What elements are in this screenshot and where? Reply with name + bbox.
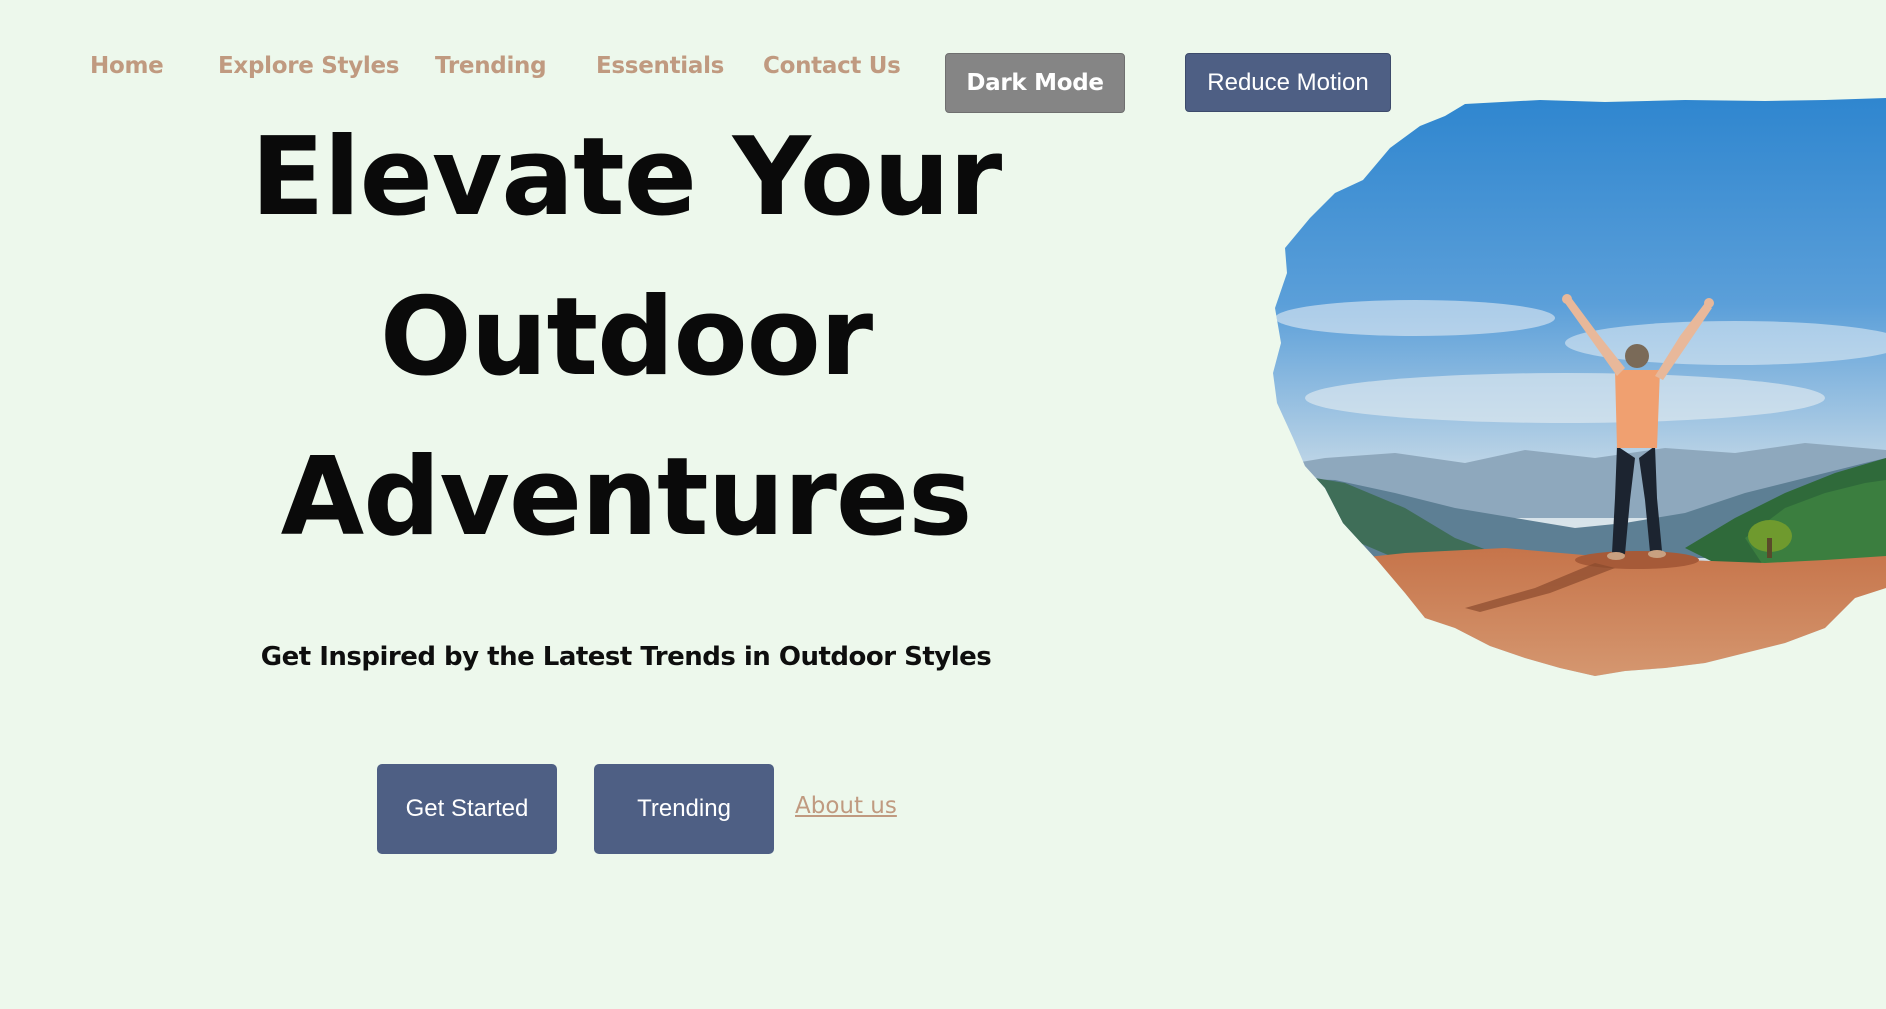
hero-title: Elevate Your Outdoor Adventures	[220, 98, 1032, 578]
about-us-link[interactable]: About us	[795, 793, 897, 819]
nav-link-contact-us[interactable]: Contact Us	[763, 53, 901, 79]
hero-subtitle: Get Inspired by the Latest Trends in Out…	[260, 642, 992, 672]
nav-link-trending[interactable]: Trending	[435, 53, 547, 79]
hero-title-line-3: Adventures	[280, 435, 973, 560]
hero-image-hiker	[1265, 98, 1886, 688]
get-started-button[interactable]: Get Started	[377, 764, 557, 854]
hero-title-line-1: Elevate Your	[250, 115, 1002, 240]
nav-link-essentials[interactable]: Essentials	[596, 53, 724, 79]
trending-button[interactable]: Trending	[594, 764, 774, 854]
nav-link-explore-styles[interactable]: Explore Styles	[218, 53, 399, 79]
nav-link-home[interactable]: Home	[90, 53, 164, 79]
hero-title-line-2: Outdoor	[379, 275, 873, 400]
